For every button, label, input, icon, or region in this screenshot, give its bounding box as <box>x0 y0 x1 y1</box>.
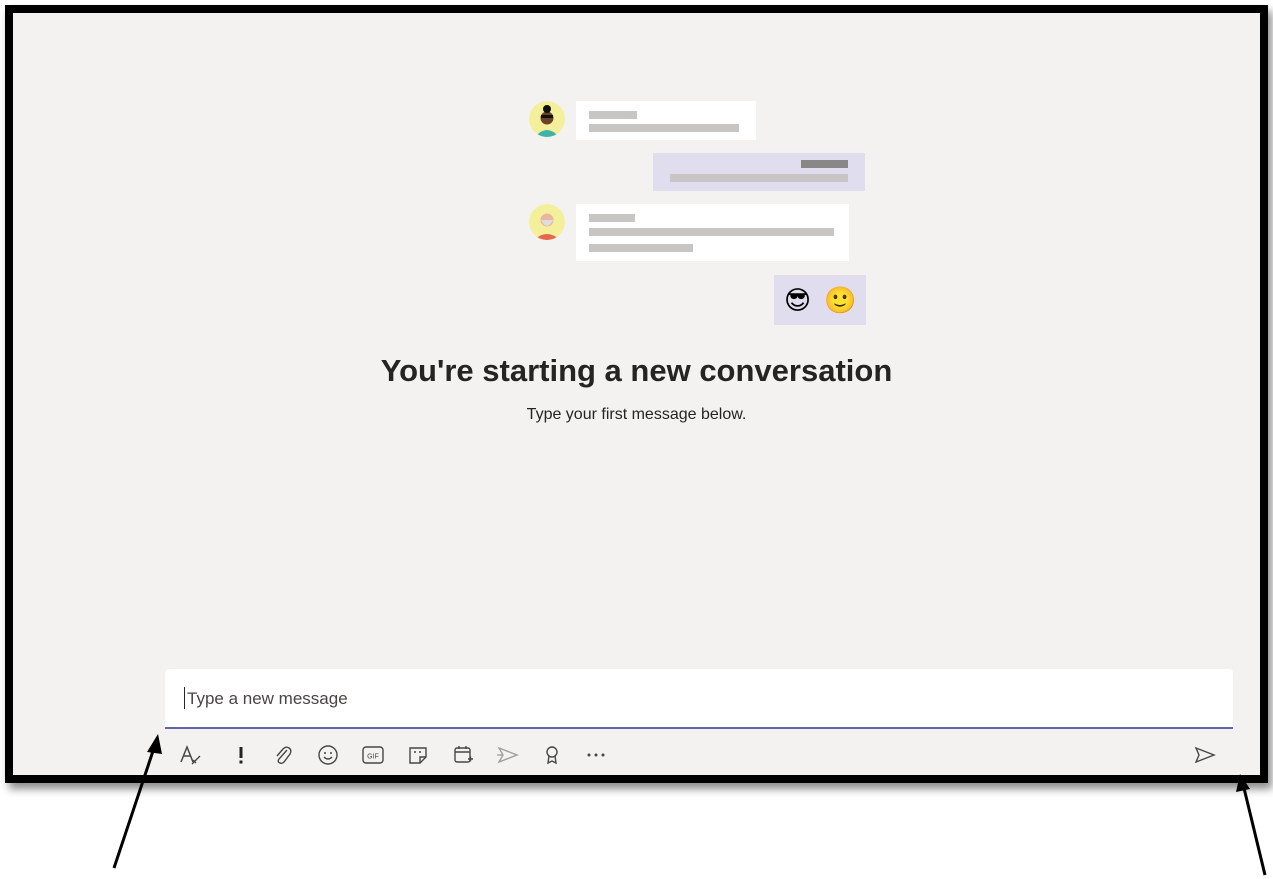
message-bubble-1 <box>576 101 756 140</box>
praise-icon[interactable] <box>538 739 566 771</box>
message-bubble-2 <box>576 204 849 261</box>
attach-icon[interactable] <box>269 739 297 771</box>
stream-icon[interactable] <box>494 739 522 771</box>
important-icon[interactable] <box>227 739 255 771</box>
more-options-icon[interactable] <box>582 739 610 771</box>
page-title: You're starting a new conversation <box>380 353 893 388</box>
page-subtitle: Type your first message below. <box>526 406 747 423</box>
emoji-bubble: 😎 🙂 <box>774 275 866 325</box>
sunglasses-emoji-icon: 😎 <box>784 285 812 315</box>
avatar-woman <box>529 101 565 137</box>
send-icon[interactable] <box>1191 739 1219 771</box>
message-input[interactable] <box>185 683 1209 715</box>
compose-box[interactable] <box>165 669 1233 729</box>
svg-text:GIF: GIF <box>367 754 379 761</box>
new-conversation-illustration: 😎 🙂 <box>13 13 1260 353</box>
schedule-meeting-icon[interactable] <box>449 739 477 771</box>
annotation-arrow-left <box>112 734 162 869</box>
compose-toolbar: GIF <box>165 739 1233 773</box>
sticker-icon[interactable] <box>404 739 432 771</box>
format-icon[interactable] <box>177 739 205 771</box>
avatar-man <box>529 204 565 240</box>
smile-emoji-icon: 🙂 <box>824 285 857 315</box>
annotation-arrow-right <box>1236 774 1267 876</box>
gif-icon[interactable]: GIF <box>359 739 387 771</box>
teams-chat-window: 😎 🙂 You're starting a new conversation T… <box>5 5 1268 783</box>
message-bubble-own-1 <box>653 153 865 191</box>
emoji-icon[interactable] <box>314 739 342 771</box>
